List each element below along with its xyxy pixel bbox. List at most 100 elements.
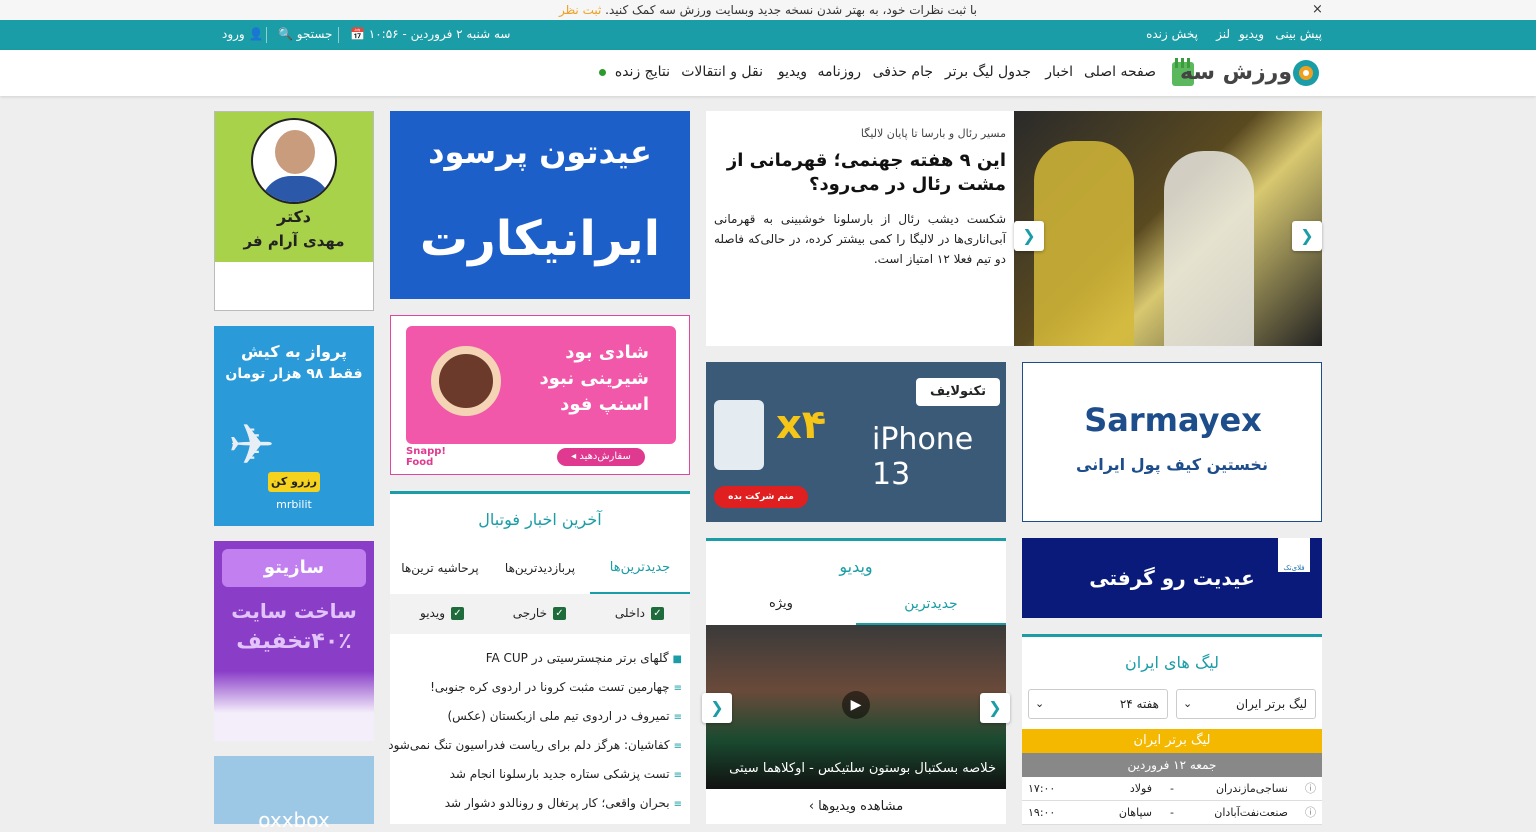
football-news-widget: آخرین اخبار فوتبال جدیدترین‌ها پربازدیدت… xyxy=(388,491,690,824)
ad-oxxbox-brand: oxxbox xyxy=(258,808,330,832)
date-display: سه شنبه ۲ فروردین - ۱۰:۵۶ 📅 xyxy=(350,27,511,41)
user-icon: 👤 xyxy=(248,27,264,41)
topbar-link-lens[interactable]: لنز xyxy=(1216,20,1230,48)
ad-sarmayex-brand: Sarmayex xyxy=(1084,401,1262,439)
nav-item-newspaper[interactable]: روزنامه xyxy=(818,50,861,94)
phone-image xyxy=(714,400,764,470)
ad-technolife[interactable]: تکنولایف x۴ iPhone 13 منم شرکت بده xyxy=(706,362,1006,522)
video-prev-button[interactable]: ❮ xyxy=(702,693,732,723)
nav-item-league-table[interactable]: جدول لیگ برتر xyxy=(945,50,1031,94)
slider-prev-button[interactable]: ❮ xyxy=(1014,221,1044,251)
nav-item-home[interactable]: صفحه اصلی xyxy=(1084,50,1156,94)
play-icon[interactable]: ▶ xyxy=(842,691,870,719)
calendar-icon: 📅 xyxy=(350,27,365,41)
news-item[interactable]: ≡تست پزشکی ستاره جدید بارسلونا انجام شد xyxy=(450,767,682,781)
tab-video-special[interactable]: ویژه xyxy=(706,585,856,625)
news-item[interactable]: ≡کفاشیان: هرگز دلم برای ریاست فدراسیون ت… xyxy=(388,738,682,752)
ad-oxxbox[interactable]: oxxbox xyxy=(214,756,374,832)
tab-controversial[interactable]: پرحاشیه ترین‌ها xyxy=(390,543,490,594)
checkbox-checked-icon: ✓ xyxy=(651,607,664,620)
ad-flytech-eid[interactable]: فلای‌تک عیدیت رو گرفتی xyxy=(1022,538,1322,618)
chevron-left-icon: ❮ xyxy=(1300,226,1314,245)
info-icon[interactable]: ⓘ xyxy=(1305,801,1316,825)
match-away-team: فولاد xyxy=(1129,782,1152,795)
slider-headline[interactable]: این ۹ هفته جهنمی؛ قهرمانی از مشت رئال در… xyxy=(714,149,1006,197)
featured-image[interactable] xyxy=(1014,111,1322,346)
topbar-link-video[interactable]: ویدیو xyxy=(1239,20,1264,48)
leagues-title: لیگ های ایران xyxy=(1125,653,1219,672)
ad-snappfood-line2: شیرینی نبود xyxy=(539,368,649,389)
tab-video-newest[interactable]: جدیدترین xyxy=(856,585,1006,625)
news-item[interactable]: ■گلهای برتر منچسترسیتی در FA CUP xyxy=(486,651,682,665)
week-select[interactable]: هفته ۲۴ ⌄ xyxy=(1028,689,1168,719)
ad-snappfood-line3: اسنپ فود xyxy=(560,394,649,415)
divider xyxy=(338,27,339,43)
ad-sazito-line1: ساخت سایت xyxy=(231,599,357,623)
filter-video[interactable]: ✓ویدیو xyxy=(420,606,464,620)
match-row[interactable]: ⓘ صنعت‌نفت‌آبادان - سپاهان ۱۹:۰۰ xyxy=(1022,801,1322,825)
match-away-team: سپاهان xyxy=(1118,806,1152,819)
topbar-link-live[interactable]: پخش زنده xyxy=(1146,20,1198,48)
video-caption: خلاصه بسکتبال بوستون سلتیکس - اوکلاهما س… xyxy=(729,761,996,776)
ad-snappfood[interactable]: شادی بود شیرینی نبود اسنپ فود سفارش‌دهید… xyxy=(390,315,690,475)
more-videos-link[interactable]: مشاهده ویدیوها › xyxy=(706,799,1006,814)
chevron-left-icon: ❮ xyxy=(710,698,724,717)
video-next-button[interactable]: ❮ xyxy=(980,693,1010,723)
player-silhouette xyxy=(1164,151,1254,346)
ad-kish-line2: فقط ۹۸ هزار تومان xyxy=(225,366,363,382)
close-icon[interactable]: × xyxy=(1312,0,1323,20)
text-icon: ≡ xyxy=(673,683,682,694)
nav-item-news[interactable]: اخبار xyxy=(1045,50,1073,94)
ad-sazito[interactable]: سازیتو ساخت سایت ۴۰٪تخفیف xyxy=(214,541,374,741)
match-home-team: صنعت‌نفت‌آبادان xyxy=(1214,806,1288,819)
ad-doctor-name: مهدی آرام فر xyxy=(243,232,345,250)
ad-iranicard-line1: عیدتون پرسود xyxy=(428,133,652,171)
slider-next-button[interactable]: ❮ xyxy=(1292,221,1322,251)
nav-item-live-results[interactable]: نتایج زنده xyxy=(599,50,670,94)
nav-item-cup[interactable]: جام حذفی xyxy=(873,50,933,94)
news-item[interactable]: ≡تمیروف در اردوی تیم ملی ازبکستان (عکس) xyxy=(447,709,682,723)
login-button[interactable]: 👤 ورود xyxy=(222,20,264,48)
main-navigation: ورزش سه صفحه اصلی اخبار جدول لیگ برتر جا… xyxy=(0,50,1536,96)
chevron-left-icon: › xyxy=(808,799,815,814)
video-icon: ■ xyxy=(672,654,682,665)
ad-kish-flight[interactable]: پرواز به کیش فقط ۹۸ هزار تومان ✈ رزرو کن… xyxy=(214,326,374,526)
ad-doctor[interactable]: دکتر مهدی آرام فر xyxy=(214,111,374,311)
info-icon[interactable]: ⓘ xyxy=(1305,777,1316,801)
search-icon: 🔍 xyxy=(278,27,293,41)
news-item[interactable]: ≡چهارمین تست مثبت کرونا در اردوی کره جنو… xyxy=(430,680,682,694)
filter-domestic[interactable]: ✓داخلی xyxy=(615,606,664,620)
match-row[interactable]: ⓘ نساجی‌مازندران - فولاد ۱۷:۰۰ xyxy=(1022,777,1322,801)
match-separator: - xyxy=(1170,782,1174,795)
video-title: ویدیو xyxy=(839,557,873,576)
feedback-link[interactable]: ثبت نظر xyxy=(559,3,601,17)
notice-text: با ثبت نظرات خود، به بهتر شدن نسخه جدید … xyxy=(605,3,978,17)
ad-doctor-title: دکتر xyxy=(277,207,311,226)
ad-sazito-brand: سازیتو xyxy=(222,549,366,587)
ad-sarmayex[interactable]: Sarmayex نخستین کیف پول ایرانی xyxy=(1022,362,1322,522)
match-separator: - xyxy=(1170,806,1174,819)
match-home-team: نساجی‌مازندران xyxy=(1215,782,1288,795)
day-header: جمعه ۱۲ فروردین xyxy=(1022,753,1322,777)
tab-newest[interactable]: جدیدترین‌ها xyxy=(590,543,690,594)
chevron-down-icon: ⌄ xyxy=(1035,697,1045,710)
football-news-title: آخرین اخبار فوتبال xyxy=(478,510,602,529)
search-button[interactable]: جستجو 🔍 xyxy=(278,20,332,48)
ad-snappfood-brand: Snapp! Food xyxy=(406,446,446,468)
featured-slider: ❮ ❮ مسیر رئال و بارسا تا پایان لالیگا ای… xyxy=(706,111,1322,442)
site-logo[interactable]: ورزش سه xyxy=(1172,58,1322,88)
ad-technolife-brand: تکنولایف xyxy=(916,378,1000,406)
cake-icon xyxy=(431,346,501,416)
chevron-left-icon: ❮ xyxy=(1022,226,1036,245)
filter-foreign[interactable]: ✓خارجی xyxy=(513,606,566,620)
league-select[interactable]: لیگ برتر ایران ⌄ xyxy=(1176,689,1316,719)
video-thumbnail[interactable]: ▶ خلاصه بسکتبال بوستون سلتیکس - اوکلاهما… xyxy=(706,625,1006,789)
ad-technolife-x4: x۴ xyxy=(776,402,827,448)
nav-item-video[interactable]: ویدیو xyxy=(778,50,807,94)
news-item[interactable]: ≡بحران واقعی؛ کار پرتغال و رونالدو دشوار… xyxy=(445,796,682,810)
ad-iranicard[interactable]: عیدتون پرسود ایرانیکارت xyxy=(390,111,690,299)
text-icon: ≡ xyxy=(673,712,682,723)
nav-item-transfers[interactable]: نقل و انتقالات xyxy=(681,50,763,94)
topbar-link-predict[interactable]: پیش بینی xyxy=(1275,20,1322,48)
tab-most-viewed[interactable]: پربازدیدترین‌ها xyxy=(490,543,590,594)
